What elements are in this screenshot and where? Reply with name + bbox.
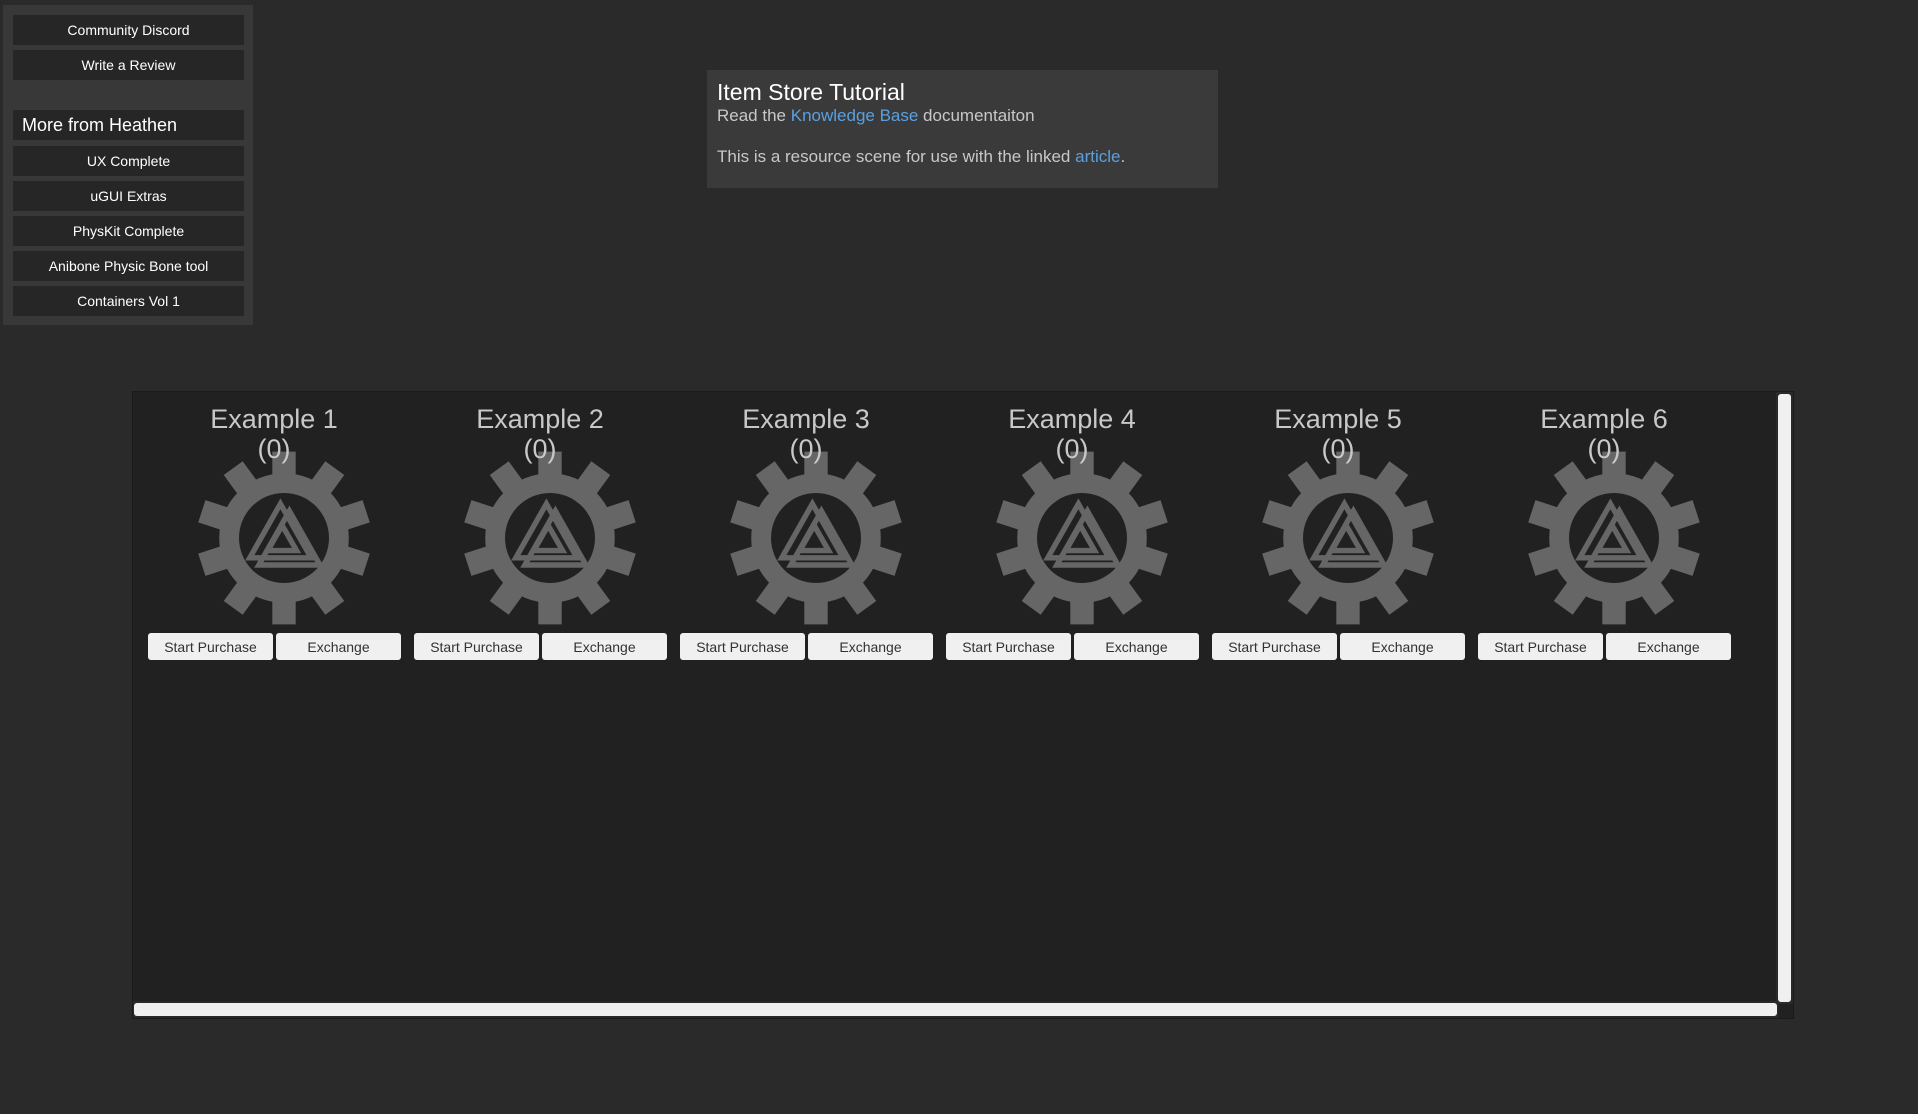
community-discord-button[interactable]: Community Discord [13, 15, 244, 45]
item-title: Example 4 [1008, 404, 1136, 434]
horizontal-scrollbar[interactable] [133, 1001, 1778, 1018]
start-purchase-button[interactable]: Start Purchase [946, 633, 1071, 660]
start-purchase-button[interactable]: Start Purchase [1212, 633, 1337, 660]
exchange-button[interactable]: Exchange [1606, 633, 1731, 660]
resource-scene-line: This is a resource scene for use with th… [717, 146, 1208, 167]
item-scroll-view[interactable]: Example 1 (0) Start Purchase Exchange Examp… [132, 391, 1794, 1019]
item-title: Example 3 [742, 404, 870, 434]
start-purchase-button[interactable]: Start Purchase [148, 633, 273, 660]
knowledge-base-line: Read the Knowledge Base documentaiton [717, 105, 1208, 126]
item-card: Example 6 (0) Start Purchase Exchange [1474, 392, 1734, 662]
exchange-button[interactable]: Exchange [1340, 633, 1465, 660]
item-count: (0) [1587, 434, 1621, 464]
gear-triangle-icon [198, 451, 370, 625]
item-card: Example 3 (0) Start Purchase Exchange [676, 392, 936, 662]
kb-suffix: documentaiton [918, 106, 1035, 125]
article-link[interactable]: article [1075, 147, 1120, 166]
vertical-scrollbar[interactable] [1776, 392, 1793, 1004]
start-purchase-button[interactable]: Start Purchase [1478, 633, 1603, 660]
sidebar-panel: Community Discord Write a Review More fr… [3, 5, 253, 325]
item-card: Example 4 (0) Start Purchase Exchange [942, 392, 1202, 662]
exchange-button[interactable]: Exchange [276, 633, 401, 660]
exchange-button[interactable]: Exchange [1074, 633, 1199, 660]
physkit-complete-button[interactable]: PhysKit Complete [13, 216, 244, 246]
item-count: (0) [789, 434, 823, 464]
item-count: (0) [1321, 434, 1355, 464]
vertical-scrollbar-thumb[interactable] [1778, 394, 1791, 1002]
item-title: Example 6 [1540, 404, 1668, 434]
resource-suffix: . [1120, 147, 1126, 166]
ux-complete-button[interactable]: UX Complete [13, 146, 244, 176]
tutorial-info-panel: Item Store Tutorial Read the Knowledge B… [707, 70, 1218, 188]
item-card: Example 5 (0) Start Purchase Exchange [1208, 392, 1468, 662]
gear-triangle-icon [1528, 451, 1700, 625]
kb-prefix: Read the [717, 106, 791, 125]
tutorial-title: Item Store Tutorial [717, 79, 905, 105]
containers-vol1-button[interactable]: Containers Vol 1 [13, 286, 244, 316]
item-title: Example 2 [476, 404, 604, 434]
ugui-extras-button[interactable]: uGUI Extras [13, 181, 244, 211]
item-count: (0) [1055, 434, 1089, 464]
exchange-button[interactable]: Exchange [542, 633, 667, 660]
item-card: Example 1 (0) Start Purchase Exchange [144, 392, 404, 662]
start-purchase-button[interactable]: Start Purchase [680, 633, 805, 660]
more-from-heathen-header: More from Heathen [13, 110, 244, 140]
item-count: (0) [523, 434, 557, 464]
horizontal-scrollbar-thumb[interactable] [134, 1003, 1777, 1016]
resource-prefix: This is a resource scene for use with th… [717, 147, 1076, 166]
exchange-button[interactable]: Exchange [808, 633, 933, 660]
gear-triangle-icon [464, 451, 636, 625]
item-title: Example 1 [210, 404, 338, 434]
gear-triangle-icon [996, 451, 1168, 625]
item-count: (0) [257, 434, 291, 464]
start-purchase-button[interactable]: Start Purchase [414, 633, 539, 660]
write-review-button[interactable]: Write a Review [13, 50, 244, 80]
item-card: Example 2 (0) Start Purchase Exchange [410, 392, 670, 662]
anibone-button[interactable]: Anibone Physic Bone tool [13, 251, 244, 281]
gear-triangle-icon [1262, 451, 1434, 625]
gear-triangle-icon [730, 451, 902, 625]
item-title: Example 5 [1274, 404, 1402, 434]
knowledge-base-link[interactable]: Knowledge Base [791, 106, 919, 125]
